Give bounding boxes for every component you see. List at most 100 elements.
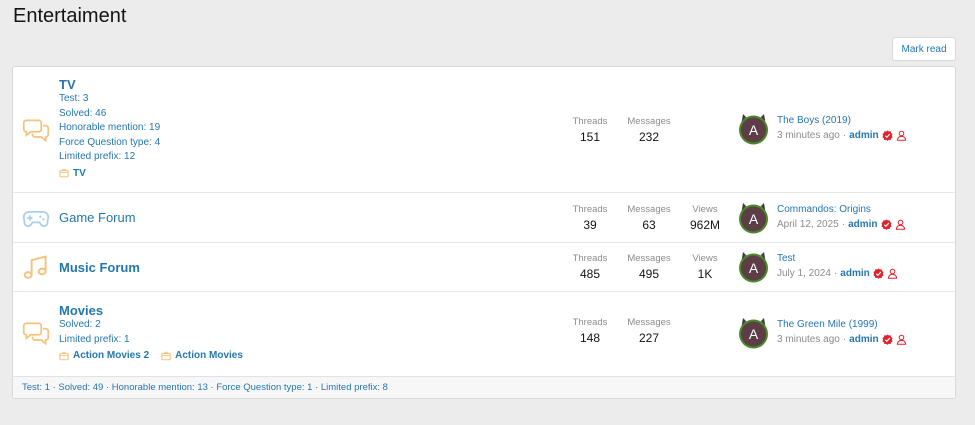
verified-badge-icon — [882, 334, 893, 345]
forum-title-tv[interactable]: TV — [59, 77, 160, 92]
separator: · — [842, 130, 847, 141]
user-icon — [895, 219, 906, 230]
stat-value: 962M — [689, 218, 721, 232]
avatar-letter: A — [749, 260, 759, 276]
stat-label: Messages — [627, 317, 671, 328]
views-stat: Views 1K — [675, 253, 735, 281]
stat-label: Messages — [627, 204, 671, 215]
stat-value: 232 — [638, 130, 660, 144]
stat-label: Views — [692, 204, 718, 215]
prefix-count[interactable]: Force Question type: 4 — [59, 136, 160, 151]
stat-value: 151 — [579, 130, 601, 144]
forum-main: Music Forum — [59, 260, 140, 275]
messages-stat: Messages 227 — [619, 317, 679, 345]
forum-main: Game Forum — [59, 210, 136, 225]
last-post-details: Commandos: Origins April 12, 2025 · admi… — [777, 204, 952, 230]
forum-row-music: Music Forum Threads 485 Messages 495 Vie… — [13, 243, 955, 292]
forum-title-music[interactable]: Music Forum — [59, 260, 140, 275]
prefix-count[interactable]: Limited prefix: 12 — [59, 150, 160, 165]
last-post-title[interactable]: Commandos: Origins — [777, 204, 952, 215]
avatar[interactable]: A — [737, 201, 770, 234]
last-post-title[interactable]: Test — [777, 253, 952, 264]
subforum-link-tv[interactable]: TV — [59, 168, 86, 179]
messages-stat: Messages 232 — [619, 116, 679, 144]
subforum-links: Action Movies 2 Action Movies — [59, 350, 243, 361]
page-title: Entertaiment — [13, 5, 127, 27]
last-post-meta: July 1, 2024 · admin — [777, 268, 952, 279]
forum-row-tv: TV Test: 3 Solved: 46 Honorable mention:… — [13, 67, 955, 193]
prefix-count[interactable]: Honorable mention: 19 — [59, 121, 160, 136]
stat-label: Threads — [572, 253, 608, 264]
avatar[interactable]: A — [737, 316, 770, 349]
last-post-user[interactable]: admin — [848, 219, 877, 230]
avatar-letter: A — [749, 211, 759, 227]
subforum-link-action-movies[interactable]: Action Movies — [161, 350, 243, 361]
prefix-count[interactable]: Limited prefix: 1 — [59, 333, 243, 348]
tv-icon — [59, 168, 69, 178]
prefix-count[interactable]: Test: 3 — [59, 92, 160, 107]
prefix-summary-footer[interactable]: Test: 1 · Solved: 49 · Honorable mention… — [13, 376, 955, 398]
stat-value: 1K — [697, 267, 713, 281]
last-post-title[interactable]: The Green Mile (1999) — [777, 319, 952, 330]
avatar[interactable]: A — [737, 112, 770, 145]
threads-stat: Threads 148 — [560, 317, 620, 345]
chat-icon — [21, 318, 51, 348]
user-icon — [887, 268, 898, 279]
stat-value: 485 — [579, 267, 601, 281]
separator: · — [841, 219, 846, 230]
avatar-letter: A — [749, 122, 759, 138]
stat-label: Views — [692, 253, 718, 264]
last-post-time[interactable]: April 12, 2025 — [777, 219, 839, 230]
forum-row-game: Game Forum Threads 39 Messages 63 Views … — [13, 193, 955, 243]
last-post-user[interactable]: admin — [849, 130, 878, 141]
folder-icon — [161, 351, 171, 361]
prefix-count[interactable]: Solved: 2 — [59, 318, 243, 333]
verified-badge-icon — [881, 219, 892, 230]
gamepad-icon — [21, 203, 51, 233]
last-post-title[interactable]: The Boys (2019) — [777, 115, 952, 126]
stat-value: 148 — [579, 331, 601, 345]
stat-label: Messages — [627, 116, 671, 127]
subforum-label: TV — [73, 167, 86, 179]
threads-stat: Threads 151 — [560, 116, 620, 144]
threads-stat: Threads 485 — [560, 253, 620, 281]
stat-label: Threads — [572, 317, 608, 328]
last-post-meta: April 12, 2025 · admin — [777, 219, 952, 230]
last-post-details: The Boys (2019) 3 minutes ago · admin — [777, 115, 952, 141]
last-post-meta: 3 minutes ago · admin — [777, 130, 952, 141]
last-post-user[interactable]: admin — [849, 334, 878, 345]
last-post-time[interactable]: 3 minutes ago — [777, 130, 840, 141]
avatar-letter: A — [749, 326, 759, 342]
subforum-link-action-movies-2[interactable]: Action Movies 2 — [59, 350, 149, 361]
forum-row-movies: Movies Solved: 2 Limited prefix: 1 Actio… — [13, 292, 955, 376]
messages-stat: Messages 63 — [619, 204, 679, 232]
forum-title-movies[interactable]: Movies — [59, 303, 243, 318]
last-post-details: Test July 1, 2024 · admin — [777, 253, 952, 279]
prefix-count[interactable]: Solved: 46 — [59, 107, 160, 122]
music-icon — [21, 253, 51, 283]
stat-value: 495 — [638, 267, 660, 281]
user-icon — [896, 130, 907, 141]
last-post-details: The Green Mile (1999) 3 minutes ago · ad… — [777, 319, 952, 345]
stat-value: 227 — [638, 331, 660, 345]
last-post-meta: 3 minutes ago · admin — [777, 334, 952, 345]
forum-list: TV Test: 3 Solved: 46 Honorable mention:… — [12, 66, 956, 399]
user-icon — [896, 334, 907, 345]
stat-value: 39 — [583, 218, 597, 232]
verified-badge-icon — [882, 130, 893, 141]
avatar[interactable]: A — [737, 250, 770, 283]
chat-icon — [21, 115, 51, 145]
stat-value: 63 — [642, 218, 656, 232]
verified-badge-icon — [873, 268, 884, 279]
separator: · — [842, 334, 847, 345]
messages-stat: Messages 495 — [619, 253, 679, 281]
last-post-time[interactable]: July 1, 2024 — [777, 268, 831, 279]
separator: · — [833, 268, 838, 279]
subforum-label: Action Movies — [175, 350, 243, 361]
subforum-label: Action Movies 2 — [73, 350, 150, 361]
last-post-user[interactable]: admin — [840, 268, 869, 279]
last-post-time[interactable]: 3 minutes ago — [777, 334, 840, 345]
stat-label: Threads — [572, 204, 608, 215]
forum-title-game[interactable]: Game Forum — [59, 210, 136, 225]
mark-read-button[interactable]: Mark read — [892, 37, 956, 61]
